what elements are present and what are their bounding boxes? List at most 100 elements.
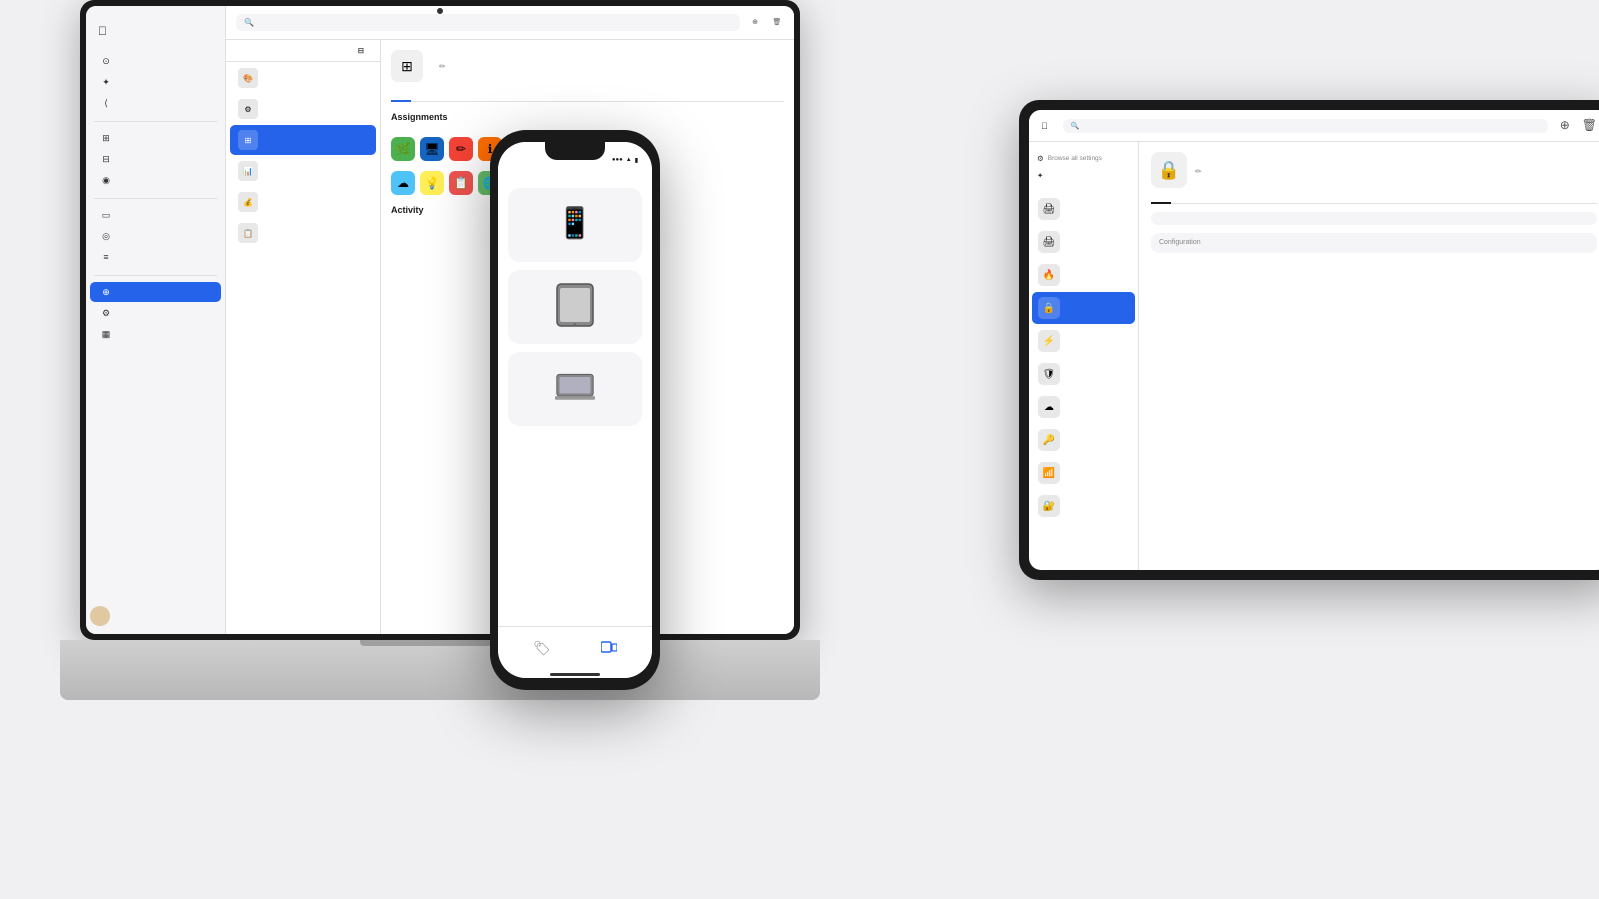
ipad-leftnav: ⚙ Browse all settings ✦ 🖨: [1029, 142, 1139, 570]
all-settings-sub: Browse all settings: [1048, 155, 1102, 162]
sidebar-item-subscription[interactable]: ⊙: [90, 51, 221, 71]
iphone-tab-devices[interactable]: [601, 640, 617, 658]
device-card-iphone[interactable]: 📱: [508, 188, 642, 262]
ipad-tab-overview[interactable]: [1151, 194, 1171, 204]
mac-toolbar: 🔍 ⊕ 🗑: [226, 6, 794, 40]
ipad-detail-title-wrapper: ✏: [1195, 161, 1202, 179]
ipad-detail: 🔒 ✏: [1139, 142, 1599, 570]
detail-tabs: [391, 90, 784, 102]
sidebar-item-users[interactable]: ⊞: [90, 128, 221, 148]
store-tab-icon: 🏷: [533, 640, 551, 657]
ipad-search[interactable]: 🔍: [1063, 119, 1548, 133]
roles-icon: ◉: [100, 174, 112, 186]
tab-devices[interactable]: [491, 90, 511, 102]
delete-button[interactable]: 🗑: [770, 15, 784, 30]
collection-icon-design: 🎨: [238, 68, 258, 88]
ipad-add-icon: ⊕: [1560, 118, 1570, 132]
ipad-setting-1st-floor[interactable]: 🖨: [1032, 193, 1135, 225]
filevault-icon: 🔒: [1038, 297, 1060, 319]
edit-icon[interactable]: ✏: [439, 62, 446, 71]
sidebar-item-assignment-history[interactable]: ≡: [90, 247, 221, 267]
ipad-setting-gatekeeper[interactable]: 🛡: [1032, 358, 1135, 390]
ipad-detail-tabs: [1151, 194, 1597, 204]
setting-icon-icloud: ☁: [391, 171, 415, 195]
ipad-add-button[interactable]: ⊕: [1560, 118, 1570, 133]
ipad-nav-activity[interactable]: ✦: [1029, 167, 1138, 184]
ipad-setting-2nd-floor[interactable]: 🖨: [1032, 226, 1135, 258]
app-icon-evernote: 🌿: [391, 137, 415, 161]
collection-item-everyone[interactable]: ⊞: [230, 125, 376, 155]
sidebar-divider-3: [94, 275, 217, 276]
avatar: [90, 606, 110, 626]
sidebar-item-activity[interactable]: ✦: [90, 72, 221, 92]
sidebar-divider-2: [94, 198, 217, 199]
device-card-macbook[interactable]: [508, 352, 642, 426]
ipad-setting-energy-saver[interactable]: ⚡: [1032, 325, 1135, 357]
ipad-setting-perfectbag-vpn[interactable]: 🔐: [1032, 490, 1135, 522]
device-img-iphone: 📱: [555, 198, 595, 248]
devices-tab-icon: [601, 640, 617, 657]
iphone-status-right: ●●● ▲ ▮: [612, 157, 638, 164]
tab-settings[interactable]: [431, 90, 451, 102]
sidebar-item-settings[interactable]: ⚙: [90, 303, 221, 323]
mac-nav-management: ⊞ ⊟ ◉: [86, 128, 225, 190]
locations-icon: ⟨: [100, 97, 112, 109]
collection-item-design[interactable]: 🎨: [230, 63, 376, 93]
tab-users[interactable]: [471, 90, 491, 102]
assignments-row: [391, 126, 784, 127]
ipad-setting-filevault[interactable]: 🔒: [1032, 292, 1135, 324]
iphone-body: ●●● ▲ ▮ 📱: [490, 130, 660, 690]
sidebar-item-user-groups[interactable]: ⊟: [90, 149, 221, 169]
ipad-nav-all-settings[interactable]: ⚙ Browse all settings: [1029, 150, 1138, 167]
add-button[interactable]: ⊕: [748, 15, 762, 30]
mac-nav-bottom: ⊕ ⚙ ▦: [86, 282, 225, 344]
ipad-delete-button[interactable]: 🗑: [1582, 118, 1597, 133]
collection-item-engineering[interactable]: ⚙: [230, 94, 376, 124]
iphone-tab-store[interactable]: 🏷: [533, 640, 551, 658]
ipad-device:  🔍 ⊕ 🗑: [1019, 100, 1599, 580]
ipad-tab-configuration[interactable]: [1171, 194, 1191, 204]
signal-icon: ●●●: [612, 157, 623, 163]
delete-icon: 🗑: [770, 15, 784, 29]
add-icon: ⊕: [748, 15, 762, 29]
collection-item-sales[interactable]: 📊: [230, 156, 376, 186]
iphone-screen: ●●● ▲ ▮ 📱: [498, 142, 652, 678]
macbook-camera: [437, 8, 443, 14]
filter-button[interactable]: ⊟: [358, 46, 366, 55]
ipad-setting-icloud[interactable]: ☁: [1032, 391, 1135, 423]
assignment-history-icon: ≡: [100, 251, 112, 263]
ipad-setting-firewall[interactable]: 🔥: [1032, 259, 1135, 291]
ipad-search-icon: 🔍: [1071, 122, 1080, 130]
collection-item-finance[interactable]: 💰: [230, 187, 376, 217]
sidebar-item-service-support[interactable]: ◎: [90, 226, 221, 246]
tab-overview[interactable]: [391, 90, 411, 102]
iphone-tab-bar: 🏷: [498, 626, 652, 670]
ipad-setting-perfectbag-wifi[interactable]: 📶: [1032, 457, 1135, 489]
ipad-setting-passcode[interactable]: 🔑: [1032, 424, 1135, 456]
collection-icon-project-mgmt: 📋: [238, 223, 258, 243]
iphone-notch: [545, 142, 605, 160]
devices-icon: ▭: [100, 209, 112, 221]
user-groups-icon: ⊟: [100, 153, 112, 165]
search-icon: 🔍: [244, 18, 254, 27]
tab-apps[interactable]: [411, 90, 431, 102]
tab-user-groups[interactable]: [451, 90, 471, 102]
assignments-section-title: Assignments: [391, 112, 784, 122]
macbook-base: [60, 640, 820, 700]
ipad-configuration-box: Configuration: [1151, 233, 1597, 253]
search-bar[interactable]: 🔍: [236, 14, 740, 31]
sidebar-item-roles[interactable]: ◉: [90, 170, 221, 190]
ipad-edit-icon[interactable]: ✏: [1195, 167, 1202, 176]
sidebar-item-locations[interactable]: ⟨: [90, 93, 221, 113]
sidebar-item-devices[interactable]: ▭: [90, 205, 221, 225]
user-footer: [86, 600, 220, 632]
device-card-ipad[interactable]: [508, 270, 642, 344]
battery-icon: ▮: [635, 157, 638, 164]
passcode-icon: 🔑: [1038, 429, 1060, 451]
sidebar-item-collections[interactable]: ⊕: [90, 282, 221, 302]
app-icon-pages: ✏: [449, 137, 473, 161]
perfectbag-wifi-icon: 📶: [1038, 462, 1060, 484]
collection-item-project-mgmt[interactable]: 📋: [230, 218, 376, 248]
sidebar-item-apps[interactable]: ▦: [90, 324, 221, 344]
macbook-device:  ⊙ ✦ ⟨: [60, 0, 820, 700]
